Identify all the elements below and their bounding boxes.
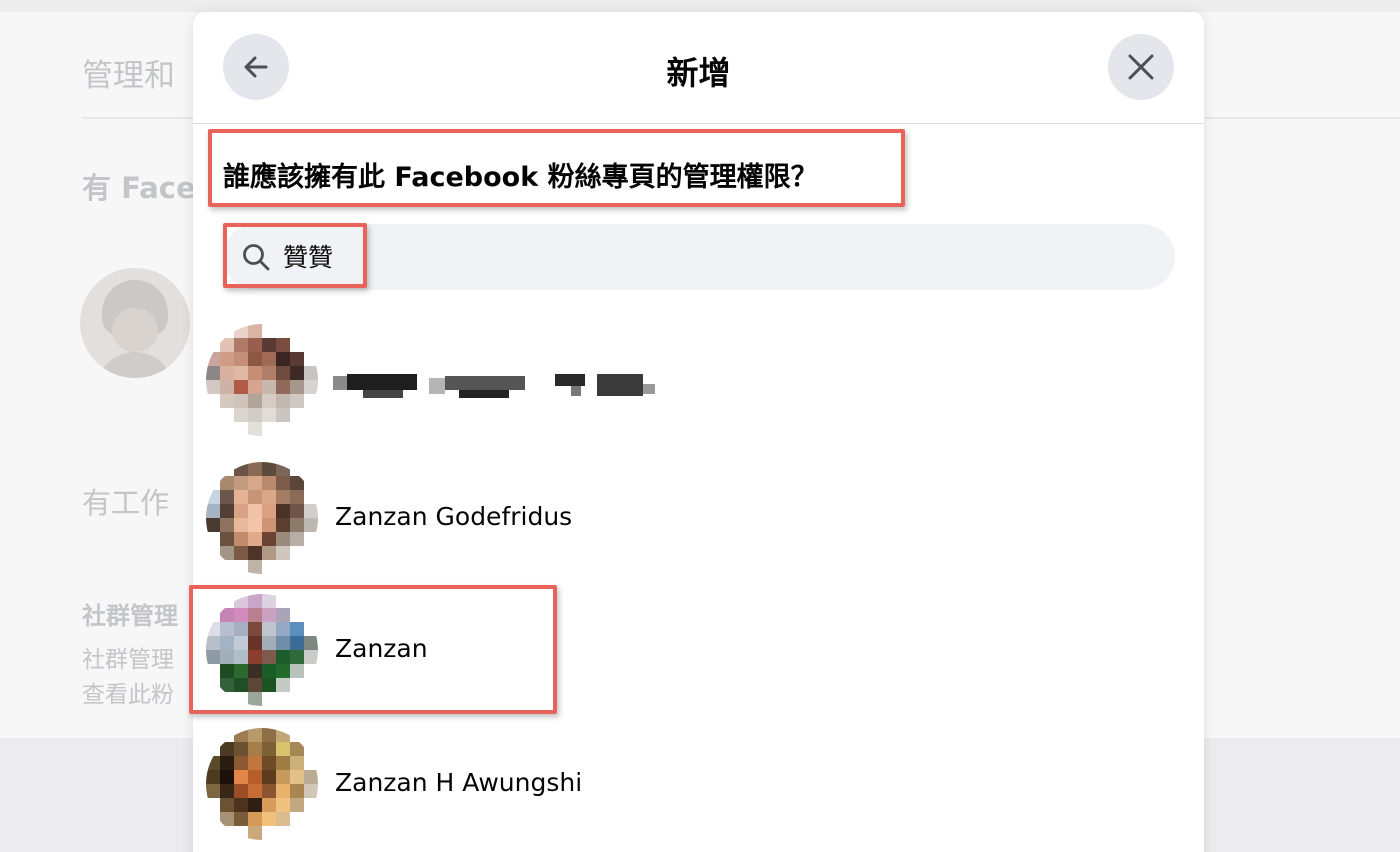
result-avatar (206, 462, 318, 574)
result-name: Zanzan Godefridus (335, 502, 573, 531)
search-input[interactable] (283, 241, 1143, 270)
dialog-header: 新增 (193, 12, 1204, 124)
result-item[interactable]: Zanzan H Awungshi (203, 724, 1193, 844)
close-button[interactable] (1108, 34, 1174, 100)
result-avatar (206, 324, 318, 436)
background-subtitle: 有工作 (82, 486, 170, 520)
result-name: Zanzan H Awungshi (335, 768, 583, 797)
result-item[interactable]: Zanzan Godefridus (203, 458, 1193, 578)
search-highlight (223, 223, 367, 288)
background-text: 社群管理 (82, 647, 174, 673)
result-highlight (189, 585, 557, 714)
background-subtitle: 有 Face (82, 171, 196, 205)
background-text: 查看此粉 (82, 682, 174, 708)
background-subtitle: 社群管理 (82, 602, 178, 630)
result-avatar (206, 728, 318, 840)
background-avatar (80, 268, 190, 378)
question-highlight (208, 129, 905, 207)
close-icon (1128, 54, 1154, 80)
background-title: 管理和 (82, 58, 175, 94)
redacted-name (333, 370, 663, 400)
dialog-title: 新增 (666, 54, 731, 92)
result-item[interactable] (203, 320, 1193, 440)
background-top-strip (0, 0, 1400, 12)
